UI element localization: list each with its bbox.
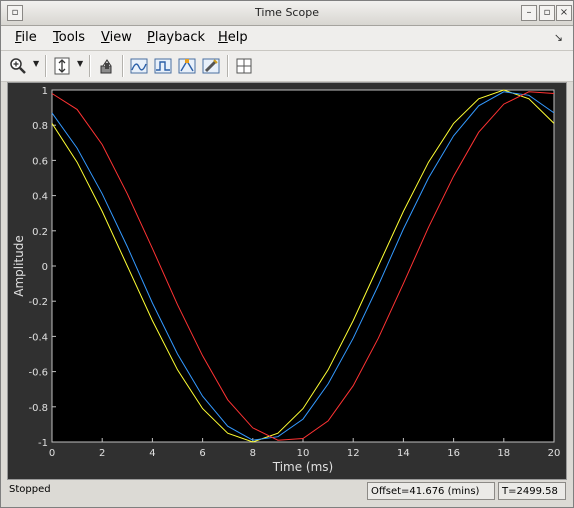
window-title: Time Scope <box>255 6 319 19</box>
peak-finder-icon[interactable] <box>176 55 198 77</box>
y-tick-label: 0 <box>42 262 48 273</box>
close-button[interactable]: × <box>556 5 572 21</box>
layout-icon[interactable] <box>233 55 255 77</box>
menu-tools[interactable]: Tools <box>53 30 85 45</box>
x-tick-label: 2 <box>99 448 105 459</box>
y-tick-label: -0.8 <box>28 403 48 414</box>
x-tick-label: 16 <box>447 448 460 459</box>
y-tick-label: 0.2 <box>32 227 48 238</box>
status-time: T=2499.58 <box>498 482 566 500</box>
toolbar-separator <box>227 55 229 77</box>
bring-to-front-icon[interactable] <box>96 55 118 77</box>
toolbar-separator <box>122 55 124 77</box>
x-tick-label: 0 <box>49 448 55 459</box>
toolbar-separator <box>89 55 91 77</box>
y-axis-label: Amplitude <box>12 235 26 297</box>
status-offset: Offset=41.676 (mins) <box>367 482 495 500</box>
menu-file[interactable]: File <box>15 30 37 45</box>
bilevel-measurements-icon[interactable] <box>152 55 174 77</box>
x-axis-label: Time (ms) <box>272 460 334 474</box>
zoom-in-icon[interactable] <box>7 55 29 77</box>
title-bar[interactable]: ▫ Time Scope – ▫ × <box>1 1 573 26</box>
minimize-button[interactable]: – <box>521 5 537 21</box>
y-tick-label: 0.4 <box>32 192 48 203</box>
time-plot[interactable]: 0 2 4 6 8 10 12 14 16 18 20 1 0.8 0.6 0.4 0.2 0 -0.2 -0.4 -… <box>8 83 566 479</box>
y-tick-label: -0.6 <box>28 368 48 379</box>
toolbar-separator <box>45 55 47 77</box>
cursor-measurements-icon[interactable] <box>200 55 222 77</box>
y-tick-label: 1 <box>42 86 48 97</box>
x-tick-label: 8 <box>250 448 256 459</box>
signal-statistics-icon[interactable] <box>128 55 150 77</box>
menu-help[interactable]: Help <box>218 30 248 45</box>
autoscale-dropdown-icon[interactable]: ▼ <box>77 59 83 68</box>
scope-display[interactable]: 0 2 4 6 8 10 12 14 16 18 20 1 0.8 0.6 0.4 0.2 0 -0.2 -0.4 -… <box>7 82 567 480</box>
autoscale-y-icon[interactable] <box>51 55 73 77</box>
x-tick-label: 20 <box>548 448 561 459</box>
time-scope-window: ▫ Time Scope – ▫ × File Tools View Playb… <box>0 0 574 508</box>
menu-bar: File Tools View Playback Help ↘ <box>1 26 573 51</box>
x-tick-label: 10 <box>297 448 310 459</box>
status-state: Stopped <box>9 484 51 495</box>
y-tick-label: 0.6 <box>32 156 48 167</box>
x-tick-label: 6 <box>199 448 205 459</box>
y-tick-label: -0.4 <box>28 332 48 343</box>
undock-icon[interactable]: ↘ <box>554 31 563 44</box>
status-bar: Stopped Offset=41.676 (mins) T=2499.58 <box>1 481 573 507</box>
x-tick-label: 12 <box>347 448 360 459</box>
menu-view[interactable]: View <box>101 30 132 45</box>
y-tick-label: -1 <box>38 438 48 449</box>
toolbar: ▼ ▼ <box>1 51 573 82</box>
x-tick-label: 18 <box>497 448 510 459</box>
y-tick-label: -0.2 <box>28 297 48 308</box>
maximize-button[interactable]: ▫ <box>539 5 555 21</box>
y-tick-label: 0.8 <box>32 121 48 132</box>
x-tick-label: 4 <box>149 448 155 459</box>
zoom-dropdown-icon[interactable]: ▼ <box>33 59 39 68</box>
x-tick-label: 14 <box>397 448 410 459</box>
menu-playback[interactable]: Playback <box>147 30 205 45</box>
